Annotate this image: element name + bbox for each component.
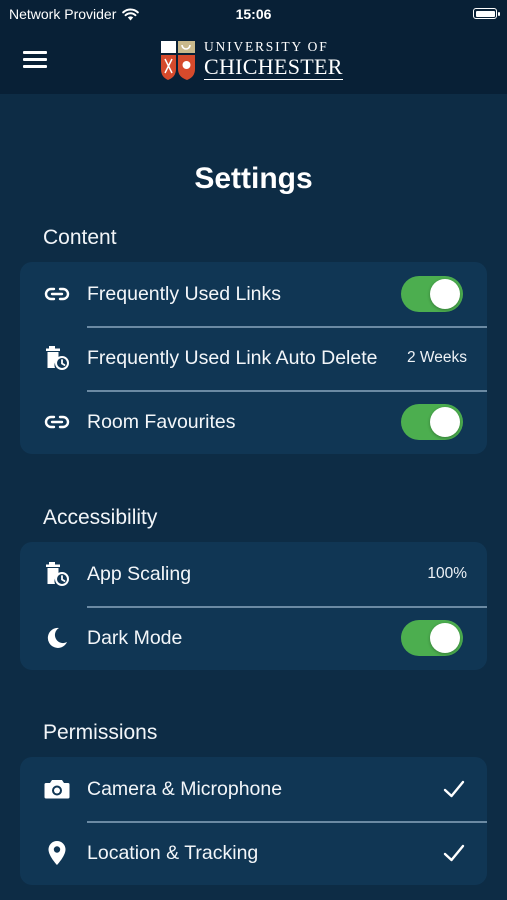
checkmark-icon — [443, 780, 465, 798]
section-label-accessibility: Accessibility — [43, 506, 158, 529]
logo-line-chichester: CHICHESTER — [204, 53, 343, 80]
section-label-content: Content — [43, 226, 117, 249]
setting-row-dark-mode[interactable]: Dark Mode — [20, 606, 487, 670]
trash-clock-icon — [44, 345, 70, 371]
frequently-used-links-toggle[interactable] — [401, 276, 463, 312]
status-time: 15:06 — [235, 6, 272, 22]
link-icon — [44, 281, 70, 307]
logo-line-university: UNIVERSITY OF — [204, 39, 329, 55]
nav-bar: UNIVERSITY OF CHICHESTER — [0, 28, 507, 94]
status-bar: Network Provider 15:06 — [0, 0, 507, 28]
setting-label: Room Favourites — [87, 410, 236, 433]
camera-icon — [44, 776, 70, 802]
setting-label: Camera & Microphone — [87, 777, 283, 800]
setting-row-room-favourites[interactable]: Room Favourites — [20, 390, 487, 454]
trash-clock-icon — [44, 561, 70, 587]
setting-row-camera-microphone[interactable]: Camera & Microphone — [20, 757, 487, 821]
room-favourites-toggle[interactable] — [401, 404, 463, 440]
section-label-permissions: Permissions — [43, 721, 158, 744]
setting-label: App Scaling — [87, 562, 192, 585]
moon-icon — [44, 625, 70, 651]
page-title: Settings — [194, 162, 313, 195]
dark-mode-toggle[interactable] — [401, 620, 463, 656]
hamburger-menu-icon[interactable] — [23, 51, 47, 69]
content-settings-card: Frequently Used Links Frequently Used Li… — [20, 262, 487, 454]
setting-label: Frequently Used Links — [87, 282, 282, 305]
location-pin-icon — [44, 840, 70, 866]
setting-row-location-tracking[interactable]: Location & Tracking — [20, 821, 487, 885]
accessibility-settings-card: App Scaling 100% Dark Mode — [20, 542, 487, 670]
setting-row-app-scaling[interactable]: App Scaling 100% — [20, 542, 487, 606]
auto-delete-value: 2 Weeks — [406, 349, 467, 366]
link-icon — [44, 409, 70, 435]
checkmark-icon — [443, 844, 465, 862]
setting-label: Frequently Used Link Auto Delete — [87, 346, 378, 369]
crest-icon — [161, 41, 195, 80]
app-scaling-value: 100% — [427, 565, 467, 582]
setting-label: Dark Mode — [87, 626, 183, 649]
setting-label: Location & Tracking — [87, 841, 259, 864]
setting-row-frequently-used-links[interactable]: Frequently Used Links — [20, 262, 487, 326]
setting-row-link-auto-delete[interactable]: Frequently Used Link Auto Delete 2 Weeks — [20, 326, 487, 390]
university-logo: UNIVERSITY OF CHICHESTER — [160, 38, 343, 82]
battery-icon — [473, 8, 500, 19]
permissions-settings-card: Camera & Microphone Location & Tracking — [20, 757, 487, 885]
